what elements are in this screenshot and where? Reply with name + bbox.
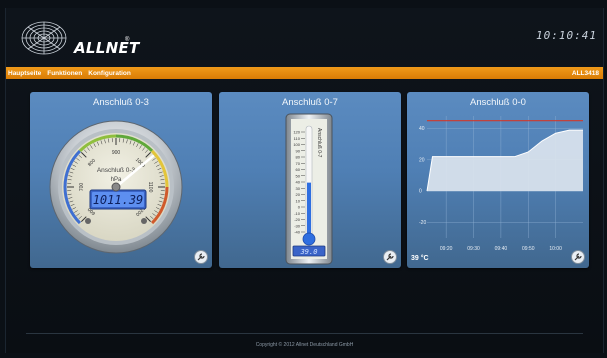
- thermometer-tick-label: -10: [294, 211, 301, 216]
- thermometer-tick-label: 70: [296, 161, 301, 166]
- chart-ytick-label: 20: [419, 157, 425, 163]
- gauge-hub: [111, 182, 121, 192]
- logo-globe-icon: [21, 21, 67, 55]
- chart-xtick-label: 09:40: [495, 246, 508, 252]
- thermometer-tick-label: 10: [296, 198, 301, 203]
- gauge-panel: Anschluß 0-3 600 700 800 900 1000 1100 1200 An…: [30, 92, 212, 268]
- thermometer-panel: Anschluß 0-7 120 110 100 90 80 70 60 50 40 30 20 10…: [219, 92, 401, 268]
- gauge-tick-label: 900: [112, 150, 121, 156]
- thermometer-mercury: [307, 182, 311, 238]
- logo-registered-mark: ®: [125, 37, 130, 43]
- nav-item-funktionen[interactable]: Funktionen: [47, 70, 82, 77]
- thermometer-tick-label: 90: [296, 148, 301, 153]
- thermometer-tick-label: 30: [296, 186, 301, 191]
- chart-ytick-label: 0: [419, 189, 422, 195]
- header: ALLNET ® 10:10:41: [6, 8, 603, 66]
- thermometer-tick-label: 100: [293, 142, 300, 147]
- chart-xtick-label: 09:20: [440, 246, 453, 252]
- allnet-logo[interactable]: ALLNET ®: [20, 17, 139, 59]
- logo-text: ALLNET: [74, 39, 140, 57]
- thermometer-tube-label: Anschluß 0-7: [316, 128, 322, 158]
- gauge-display-value: 1011.39: [93, 193, 144, 207]
- navbar: Hauptseite Funktionen Konfiguration ALL3…: [6, 67, 603, 79]
- settings-wrench-icon[interactable]: [383, 250, 397, 264]
- thermometer-tick-label: -20: [294, 217, 301, 222]
- page: ALLNET ® 10:10:41 Hauptseite Funktionen …: [5, 8, 604, 353]
- current-temperature: 39 °C: [411, 255, 429, 262]
- gauge-face-label: Anschluß 0-3: [97, 167, 136, 174]
- copyright: Copyright © 2012 Allnet Deutschland GmbH: [255, 342, 354, 348]
- thermometer-tick-label: 120: [293, 130, 300, 135]
- thermometer-tick-label: -30: [294, 223, 301, 228]
- thermometer-tick-label: 80: [296, 155, 301, 160]
- chart-xtick-label: 10:00: [549, 246, 562, 252]
- thermometer-tick-label: 20: [296, 192, 301, 197]
- thermometer-tick-label: 50: [296, 173, 301, 178]
- thermometer-tick-label: 40: [296, 180, 301, 185]
- gauge-tick-label: 700: [79, 183, 85, 192]
- chart-xtick-label: 09:30: [467, 246, 480, 252]
- nav-item-hauptseite[interactable]: Hauptseite: [8, 70, 41, 77]
- thermometer-display-value: 39.0: [300, 248, 318, 256]
- chart-xtick-label: 09:50: [522, 246, 535, 252]
- thermometer-tick-label: 60: [296, 167, 301, 172]
- nav-item-konfiguration[interactable]: Konfiguration: [88, 70, 131, 77]
- settings-wrench-icon[interactable]: [571, 250, 585, 264]
- thermometer-bulb: [302, 232, 316, 246]
- thermometer: 1201101009080706050403020100-10-20-30-40…: [285, 113, 333, 265]
- pressure-gauge: 600700800900100011001200 Anschluß 0-3 hP…: [49, 120, 183, 254]
- thermometer-tick-label: -40: [294, 230, 301, 235]
- temperature-chart: 40 20 0 -20 09:20 09:30 09:40 09:50 10:00: [419, 116, 583, 252]
- thermometer-tick-label: 110: [294, 136, 301, 141]
- chart-panel: Anschluß 0-0 40 20 0 -20 09:20 09:30 09:40 09:…: [407, 92, 589, 268]
- gauge-screw-right: [141, 218, 147, 224]
- footer-divider: [26, 333, 583, 334]
- clock: 10:10:41: [536, 29, 597, 42]
- gauge-tick-label: 1100: [147, 182, 153, 193]
- chart-ytick-label: 40: [419, 126, 425, 132]
- gauge-screw-left: [85, 218, 91, 224]
- device-name: ALL3418: [571, 69, 599, 77]
- chart-ytick-label: -20: [419, 220, 426, 226]
- settings-wrench-icon[interactable]: [194, 250, 208, 264]
- chart-area-series: [427, 130, 583, 192]
